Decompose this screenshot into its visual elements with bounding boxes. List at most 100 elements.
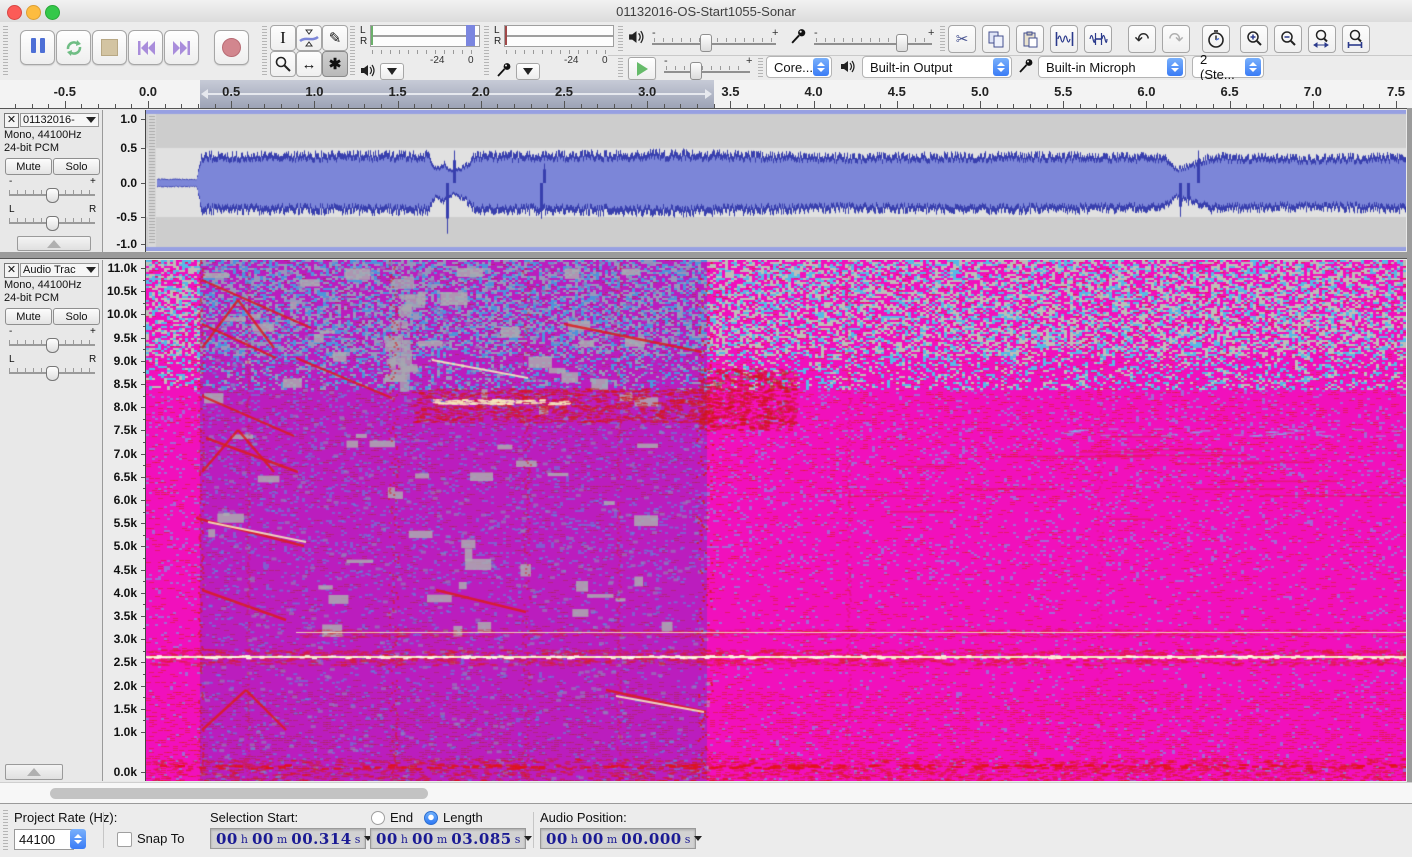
audio-position-field[interactable]: 00 h 00 m 00.000 s bbox=[540, 828, 703, 849]
playback-meter[interactable]: L R -24 0 bbox=[358, 24, 480, 80]
play-at-speed-button[interactable] bbox=[628, 57, 656, 80]
track2-collapse-button[interactable] bbox=[5, 764, 63, 780]
playback-meter-left-label: L bbox=[360, 25, 366, 36]
title-bar[interactable]: 01132016-OS-Start1055-Sonar bbox=[0, 0, 1412, 23]
multi-tool-button[interactable]: ✱ bbox=[322, 51, 348, 77]
fit-project-button[interactable] bbox=[1342, 25, 1370, 53]
pause-button[interactable] bbox=[20, 30, 55, 65]
time-digits[interactable]: 00 bbox=[376, 830, 398, 848]
input-volume-thumb[interactable] bbox=[896, 34, 908, 52]
skip-to-end-button[interactable] bbox=[164, 30, 199, 65]
dropdown-caret-icon[interactable] bbox=[694, 836, 703, 841]
track2-spectrogram[interactable] bbox=[146, 260, 1406, 781]
playback-meter-dropdown[interactable] bbox=[380, 63, 404, 80]
track1-mute-button[interactable]: Mute bbox=[5, 158, 52, 175]
dropdown-caret-icon[interactable] bbox=[524, 836, 533, 841]
output-volume-slider[interactable] bbox=[652, 43, 776, 45]
playback-meter-grip[interactable] bbox=[350, 26, 355, 76]
transport-toolbar-grip[interactable] bbox=[3, 26, 8, 76]
recording-channels-select[interactable]: 2 (Ste... bbox=[1192, 52, 1264, 82]
edit-toolbar-grip[interactable] bbox=[940, 26, 945, 52]
copy-button[interactable] bbox=[982, 25, 1010, 53]
track1-gain-slider[interactable] bbox=[9, 188, 95, 203]
silence-audio-button[interactable] bbox=[1084, 25, 1112, 53]
selection-tool-button[interactable]: I bbox=[270, 25, 296, 51]
track2-frequency-scale[interactable]: 11.0k 10.5k 10.0k 9.5k 9.0k 8.5k 8.0k 7.5k 7.0k 6… bbox=[103, 260, 146, 781]
time-digits[interactable]: 00 bbox=[252, 830, 274, 848]
track1-collapse-button[interactable] bbox=[17, 236, 91, 251]
trim-audio-button[interactable] bbox=[1050, 25, 1078, 53]
track1-waveform[interactable] bbox=[146, 110, 1406, 251]
frequency-scale-label: 8.5k bbox=[113, 377, 137, 391]
stop-button[interactable] bbox=[92, 30, 127, 65]
track1-solo-button[interactable]: Solo bbox=[53, 158, 100, 175]
input-volume-slider[interactable] bbox=[814, 43, 932, 45]
play-button[interactable] bbox=[56, 30, 91, 65]
frequency-scale-minor-tick bbox=[143, 674, 145, 675]
ruler-tick bbox=[397, 101, 399, 108]
time-digits[interactable]: 00.314 bbox=[291, 830, 351, 848]
record-button[interactable] bbox=[214, 30, 249, 65]
recording-meter-grip[interactable] bbox=[484, 26, 489, 76]
time-digits[interactable]: 03.085 bbox=[451, 830, 511, 848]
time-digits[interactable]: 00 bbox=[582, 830, 604, 848]
project-rate-input[interactable]: 44100 bbox=[14, 829, 74, 850]
recording-meter[interactable]: L R -24 0 bbox=[492, 24, 614, 80]
transcription-toolbar-grip[interactable] bbox=[618, 58, 623, 78]
horizontal-scrollbar[interactable] bbox=[0, 782, 1412, 804]
time-digits[interactable]: 00.000 bbox=[621, 830, 681, 848]
track1-pan-slider[interactable] bbox=[9, 216, 95, 231]
sync-lock-button[interactable] bbox=[1202, 25, 1230, 53]
track-area: ✕ 01132016- Mono, 44100Hz 24-bit PCM Mut… bbox=[0, 108, 1412, 783]
envelope-tool-button[interactable] bbox=[296, 25, 322, 51]
undo-button[interactable]: ↶ bbox=[1128, 25, 1156, 53]
track2-pan-slider[interactable] bbox=[9, 366, 95, 381]
track1-close-button[interactable]: ✕ bbox=[4, 113, 19, 128]
skip-to-start-button[interactable] bbox=[128, 30, 163, 65]
length-radio[interactable] bbox=[424, 811, 438, 825]
zoom-tool-button[interactable] bbox=[270, 51, 296, 77]
end-radio[interactable] bbox=[371, 811, 385, 825]
amplitude-scale-tick bbox=[141, 183, 145, 184]
snap-to-checkbox[interactable] bbox=[117, 832, 132, 847]
time-digits[interactable]: 00 bbox=[412, 830, 434, 848]
play-speed-thumb[interactable] bbox=[690, 62, 702, 80]
device-toolbar-grip[interactable] bbox=[758, 58, 763, 78]
recording-device-select[interactable]: Built-in Microph bbox=[1038, 56, 1186, 78]
zoom-out-button[interactable] bbox=[1274, 25, 1302, 53]
tools-toolbar-grip[interactable] bbox=[262, 26, 267, 76]
track1-vertical-scale[interactable]: 1.0 0.5 0.0 -0.5 -1.0 bbox=[103, 110, 146, 252]
project-rate-stepper[interactable] bbox=[70, 829, 86, 849]
track2-mute-button[interactable]: Mute bbox=[5, 308, 52, 325]
selection-start-field[interactable]: 00 h 00 m 00.314 s bbox=[210, 828, 373, 849]
cut-button[interactable]: ✂ bbox=[948, 25, 976, 53]
audio-host-select[interactable]: Core... bbox=[766, 56, 832, 78]
zoom-in-button[interactable] bbox=[1240, 25, 1268, 53]
playback-device-select[interactable]: Built-in Output bbox=[862, 56, 1012, 78]
output-volume-thumb[interactable] bbox=[700, 34, 712, 52]
track1-title-menu[interactable]: 01132016- bbox=[20, 113, 99, 127]
draw-tool-button[interactable]: ✎ bbox=[322, 25, 348, 51]
timeshift-tool-button[interactable]: ↔ bbox=[296, 51, 322, 77]
selection-length-field[interactable]: 00 h 00 m 03.085 s bbox=[370, 828, 533, 849]
track2-solo-button[interactable]: Solo bbox=[53, 308, 100, 325]
play-speed-slider[interactable] bbox=[664, 71, 750, 73]
time-digits[interactable]: 00 bbox=[216, 830, 238, 848]
track2-title-menu[interactable]: Audio Trac bbox=[20, 263, 99, 277]
horizontal-scrollbar-thumb[interactable] bbox=[50, 788, 428, 799]
redo-button[interactable]: ↷ bbox=[1162, 25, 1190, 53]
track2-gain-slider[interactable] bbox=[9, 338, 95, 353]
time-digits[interactable]: 00 bbox=[546, 830, 568, 848]
playback-meter-right-label: R bbox=[360, 36, 368, 47]
mixer-toolbar-grip[interactable] bbox=[618, 26, 623, 52]
zoom-in-icon bbox=[1246, 30, 1262, 46]
track2-close-button[interactable]: ✕ bbox=[4, 263, 19, 278]
frequency-scale-label: 1.0k bbox=[113, 725, 137, 739]
recording-meter-dropdown[interactable] bbox=[516, 63, 540, 80]
amplitude-scale-label: -1.0 bbox=[116, 237, 137, 251]
timeline-ruler[interactable]: -0.5 0.0 0.5 1.0 1.5 2.0 2.5 3.0 3.5 4.0 4.5 5.0 5.5… bbox=[0, 80, 1412, 109]
window-title: 01132016-OS-Start1055-Sonar bbox=[616, 4, 796, 19]
selection-toolbar-grip[interactable] bbox=[3, 810, 8, 852]
paste-button[interactable] bbox=[1016, 25, 1044, 53]
fit-selection-button[interactable] bbox=[1308, 25, 1336, 53]
